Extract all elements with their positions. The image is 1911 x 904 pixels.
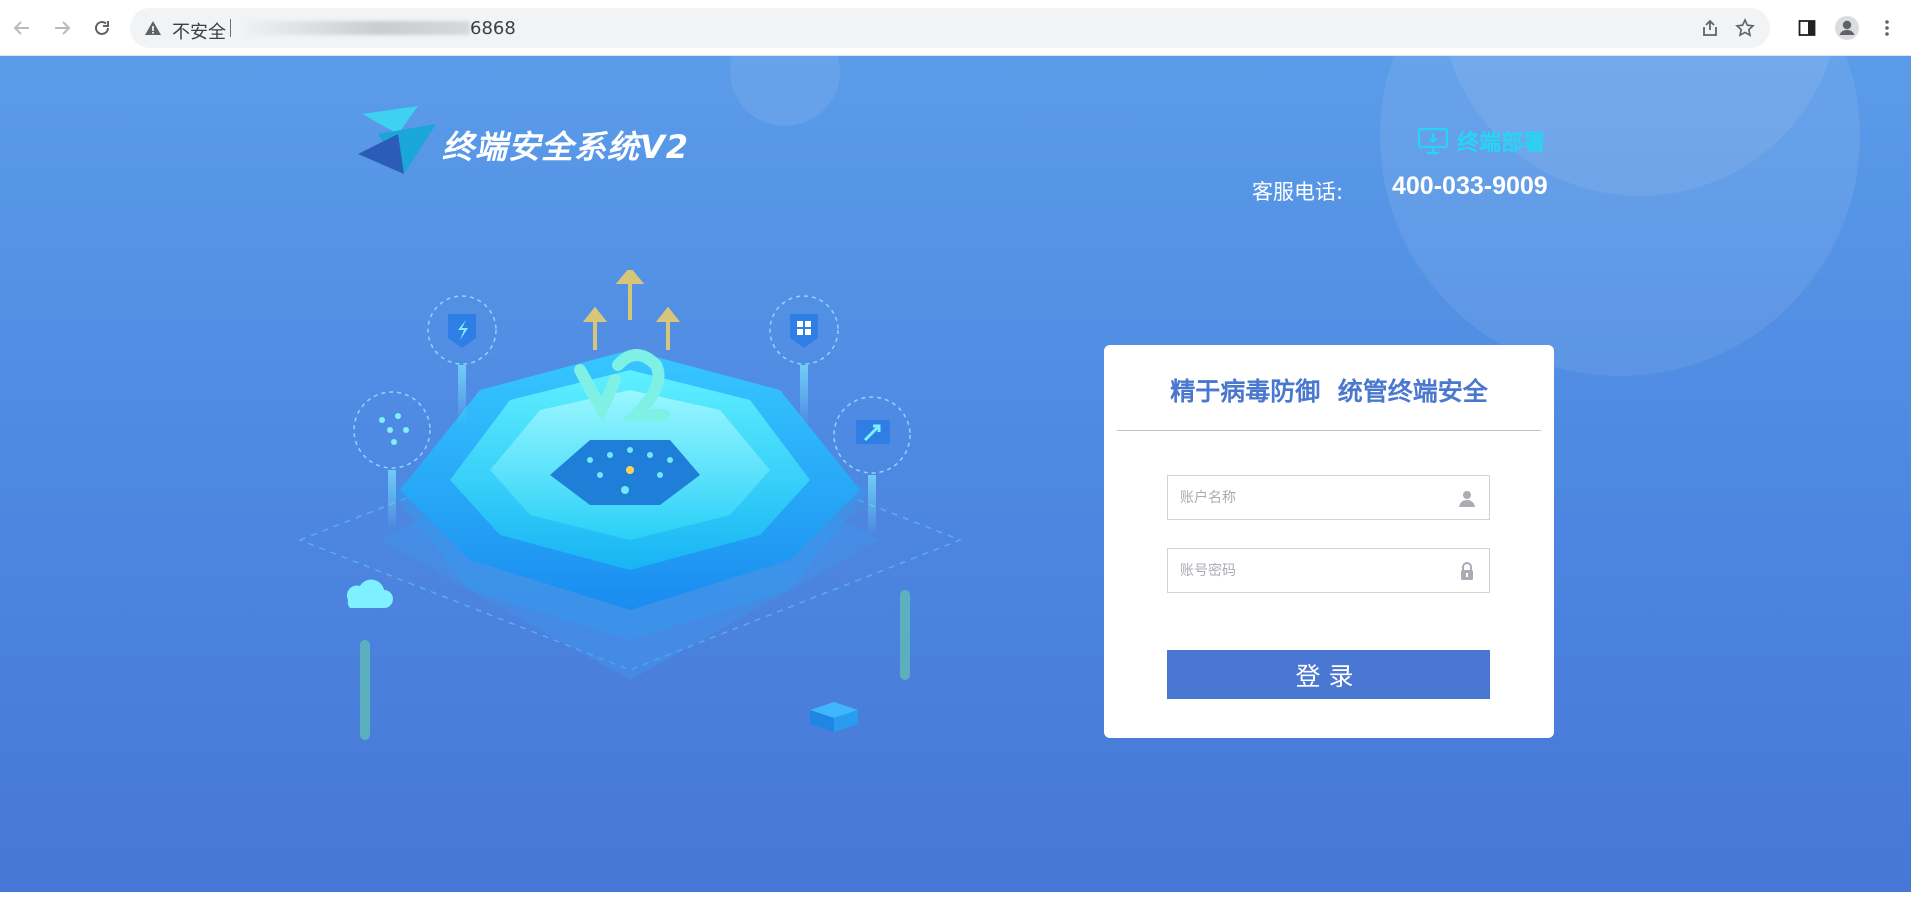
bg-bubble <box>1380 56 1860 376</box>
login-card: 精于病毒防御 统管终端安全 登录 <box>1104 345 1554 738</box>
side-panel-icon <box>1798 20 1816 36</box>
security-illustration <box>297 270 963 740</box>
side-panel-button[interactable] <box>1793 14 1821 42</box>
redacted-url <box>245 21 470 35</box>
username-field[interactable] <box>1167 475 1490 520</box>
brand-logo <box>358 106 436 174</box>
kebab-menu-icon <box>1885 20 1889 36</box>
share-icon[interactable] <box>1700 18 1720 38</box>
user-icon <box>1459 491 1475 507</box>
reload-button[interactable] <box>88 14 116 42</box>
hotline-number: 400-033-9009 <box>1392 172 1548 200</box>
address-bar[interactable]: 不安全 6868 <box>130 8 1770 48</box>
deploy-link[interactable]: 终端部署 <box>1417 126 1545 156</box>
bg-bubble <box>730 56 840 126</box>
password-field[interactable] <box>1167 548 1490 593</box>
lock-icon <box>1461 562 1473 580</box>
warning-triangle-icon <box>145 21 161 35</box>
password-input[interactable] <box>1180 549 1440 592</box>
login-slogan: 精于病毒防御 统管终端安全 <box>1170 377 1488 406</box>
login-button[interactable]: 登录 <box>1167 650 1490 699</box>
forward-button[interactable] <box>48 14 76 42</box>
star-icon[interactable] <box>1735 18 1755 38</box>
profile-button[interactable] <box>1833 14 1861 42</box>
page-bottom-strip <box>0 892 1911 904</box>
back-button[interactable] <box>8 14 36 42</box>
url-text: 6868 <box>470 18 516 39</box>
avatar-icon <box>1835 16 1859 40</box>
browser-toolbar: 不安全 6868 <box>0 0 1911 56</box>
login-page: 终端安全系统V2 终端部署 客服电话: 400-033-9009 精于病毒防御 … <box>0 56 1911 892</box>
security-label: 不安全 <box>172 22 226 43</box>
monitor-download-icon <box>1417 127 1449 155</box>
browser-menu-button[interactable] <box>1873 14 1901 42</box>
deploy-label: 终端部署 <box>1457 131 1546 156</box>
card-divider <box>1117 430 1541 431</box>
arrow-right-icon <box>55 21 71 35</box>
username-input[interactable] <box>1180 476 1440 519</box>
arrow-left-icon <box>13 21 29 35</box>
system-title: 终端安全系统V2 <box>442 128 690 166</box>
hotline-label: 客服电话: <box>1252 180 1344 204</box>
omnibox-separator <box>230 19 231 37</box>
reload-icon <box>95 20 109 35</box>
